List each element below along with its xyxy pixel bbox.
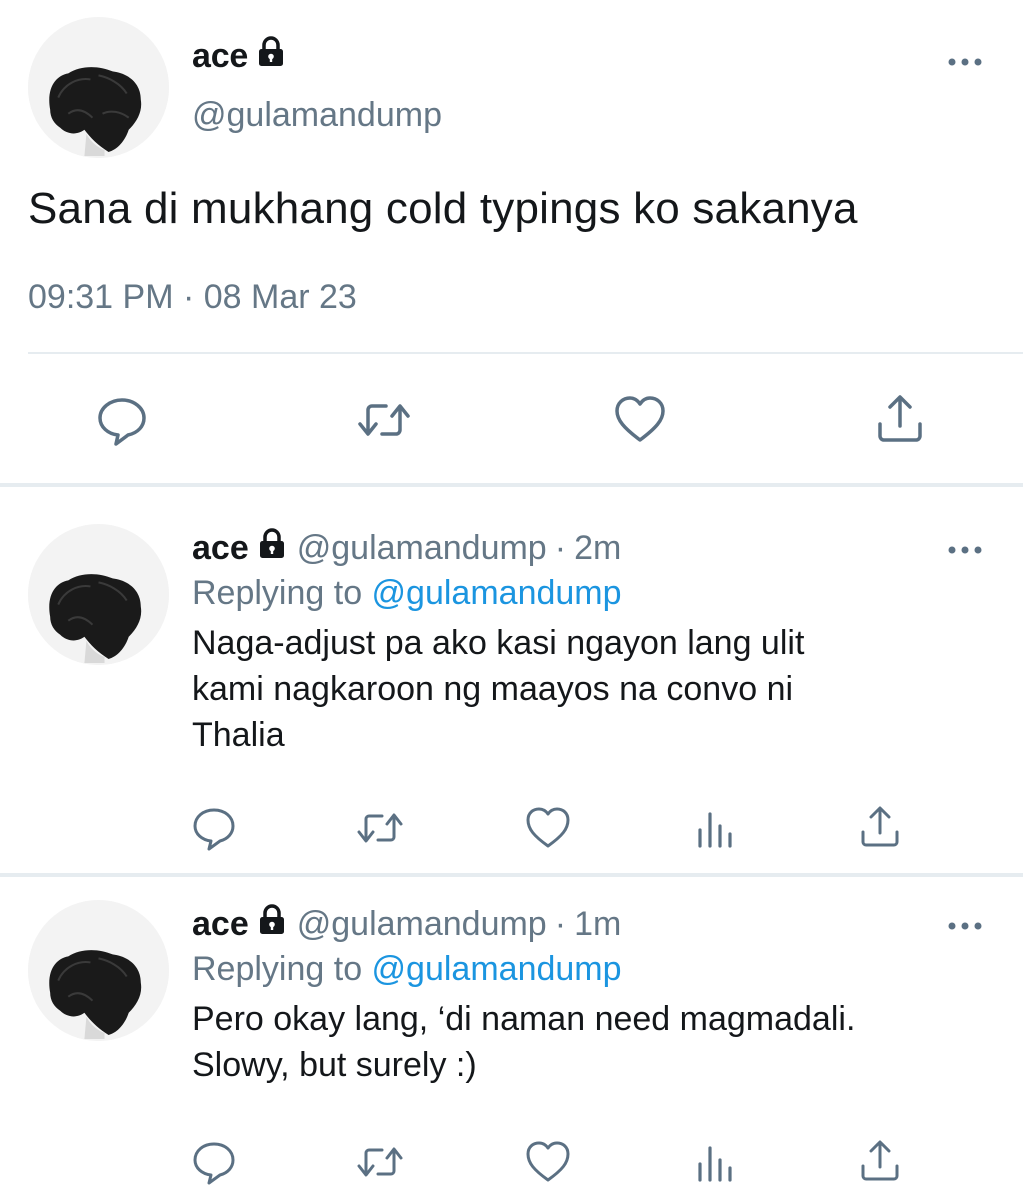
replying-to-link[interactable]: @gulamandump [372, 574, 622, 612]
more-options-icon[interactable] [945, 540, 985, 560]
share-icon[interactable] [872, 392, 928, 448]
handle[interactable]: @gulamandump [297, 529, 547, 568]
separator-dot: · [554, 905, 567, 943]
replying-to: Replying to @gulamandump [192, 950, 622, 989]
tweet-text-line: Slowy, but surely :) [192, 1046, 477, 1084]
display-name-text: ace [192, 37, 249, 75]
avatar[interactable] [28, 524, 169, 665]
display-name[interactable]: ace [192, 905, 249, 944]
display-name[interactable]: ace [192, 529, 249, 568]
replying-prefix: Replying to [192, 574, 372, 612]
reply-icon[interactable] [190, 1138, 238, 1186]
like-icon[interactable] [524, 1138, 572, 1186]
lock-icon [257, 528, 287, 569]
tweet-text-line: Naga-adjust pa ako kasi ngayon lang ulit [192, 624, 805, 662]
tweet-header: ace @gulamandump · 1m [192, 904, 621, 945]
separator-dot: · [554, 529, 567, 567]
analytics-icon[interactable] [692, 1138, 740, 1186]
avatar[interactable] [28, 900, 169, 1041]
reply-tweet[interactable]: ace @gulamandump · 1m Replying to @gulam… [0, 862, 1023, 1200]
reply-tweet[interactable]: ace @gulamandump · 2m Replying to @gulam… [0, 486, 1023, 876]
tweet-age[interactable]: 2m [574, 529, 621, 568]
replying-prefix: Replying to [192, 950, 372, 988]
reply-icon[interactable] [94, 392, 150, 448]
replying-to: Replying to @gulamandump [192, 574, 622, 613]
tweet-text-line: Thalia [192, 716, 285, 754]
divider [28, 352, 1023, 354]
tweet-text-line: kami nagkaroon ng maayos na convo ni [192, 670, 794, 708]
tweet-text: Sana di mukhang cold typings ko sakanya [28, 184, 858, 233]
tweet-text: Pero okay lang, ‘di naman need magmadali… [192, 996, 992, 1088]
like-icon[interactable] [612, 392, 668, 448]
avatar[interactable] [28, 17, 169, 158]
handle[interactable]: @gulamandump [297, 905, 547, 944]
tweet-timestamp[interactable]: 09:31 PM · 08 Mar 23 [28, 278, 357, 317]
more-options-icon[interactable] [945, 916, 985, 936]
lock-icon [257, 904, 287, 945]
lock-icon [256, 36, 286, 77]
tweet-age[interactable]: 1m [574, 905, 621, 944]
analytics-icon[interactable] [692, 804, 740, 852]
share-icon[interactable] [856, 804, 904, 852]
like-icon[interactable] [524, 804, 572, 852]
display-name[interactable]: ace [192, 36, 286, 77]
replying-to-link[interactable]: @gulamandump [372, 950, 622, 988]
main-tweet: ace @gulamandump Sana di mukhang cold ty… [0, 0, 1023, 486]
reply-icon[interactable] [190, 804, 238, 852]
tweet-text: Naga-adjust pa ako kasi ngayon lang ulit… [192, 620, 992, 758]
share-icon[interactable] [856, 1138, 904, 1186]
more-options-icon[interactable] [945, 52, 985, 72]
handle[interactable]: @gulamandump [192, 96, 442, 135]
retweet-icon[interactable] [356, 1138, 404, 1186]
retweet-icon[interactable] [356, 392, 412, 448]
retweet-icon[interactable] [356, 804, 404, 852]
tweet-header: ace @gulamandump · 2m [192, 528, 621, 569]
tweet-text-line: Pero okay lang, ‘di naman need magmadali… [192, 1000, 856, 1038]
